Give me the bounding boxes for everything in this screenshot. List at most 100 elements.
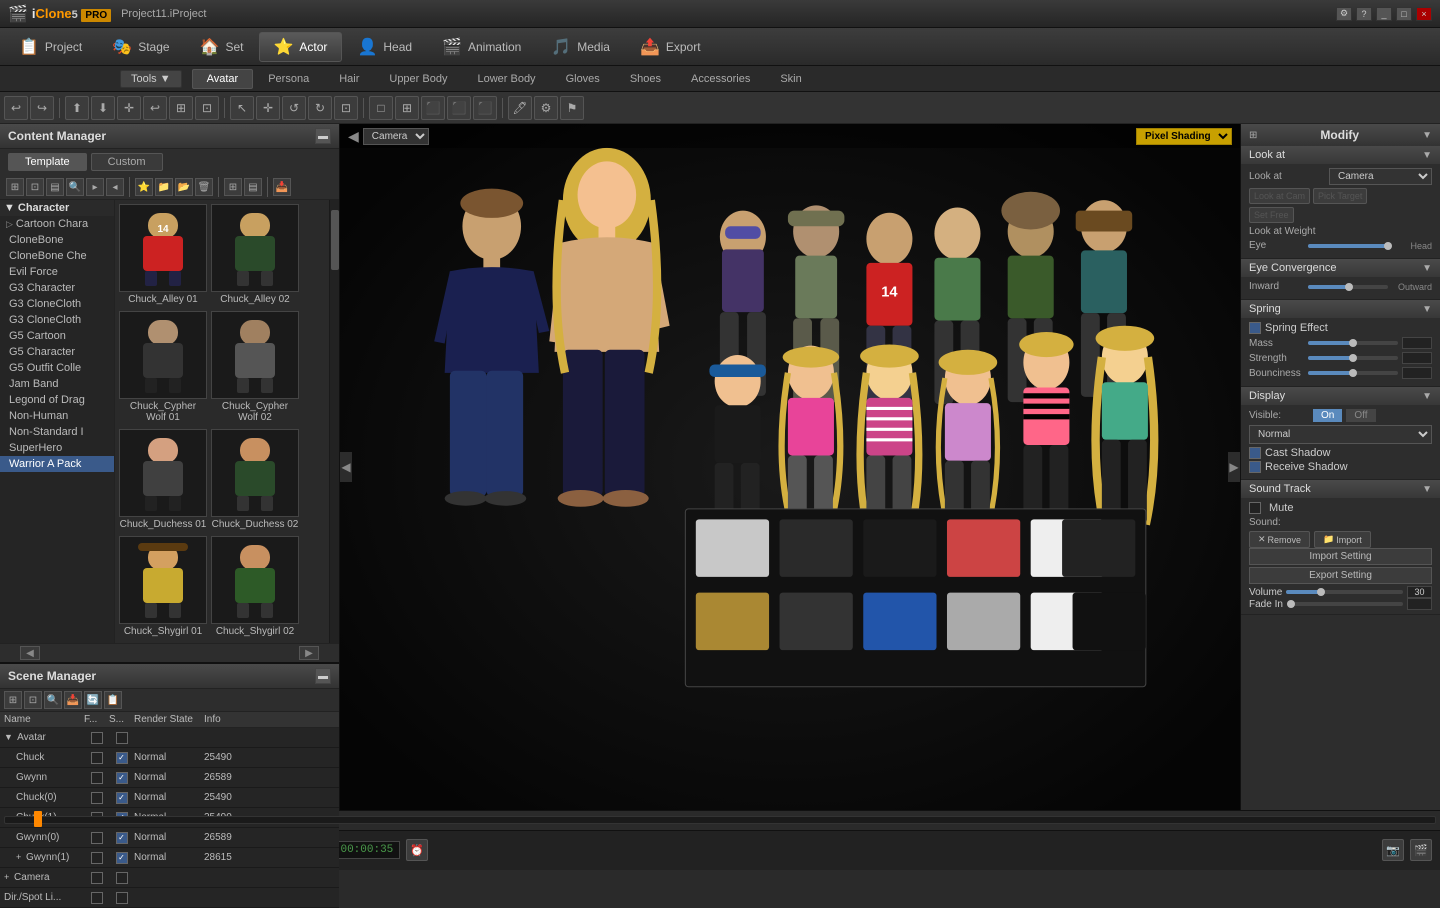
content-manager-scrollbar[interactable] (329, 200, 339, 643)
timeline-bar[interactable] (4, 816, 1436, 824)
sm-s-check-gwynn0[interactable] (116, 832, 128, 844)
cm-btn-8[interactable]: 📁 (155, 178, 173, 196)
sm-f-check-gwynn[interactable] (91, 772, 103, 784)
bounciness-input[interactable] (1402, 367, 1432, 379)
import-sound-btn[interactable]: 📁 Import (1314, 531, 1371, 548)
cm-btn-2[interactable]: ⊡ (26, 178, 44, 196)
maximize-btn[interactable]: □ (1396, 7, 1412, 21)
nav-tab-actor[interactable]: ⭐ Actor (259, 32, 343, 62)
fade-in-input[interactable] (1407, 598, 1432, 610)
rotate-btn[interactable]: ↩ (143, 96, 167, 120)
tree-item-clonebone-che[interactable]: CloneBone Che (0, 248, 114, 264)
settings-tb-btn[interactable]: ⚙ (534, 96, 558, 120)
nav-tab-media[interactable]: 🎵 Media (536, 32, 625, 62)
spin-r-btn[interactable]: ↻ (308, 96, 332, 120)
view2-btn[interactable]: ⊞ (395, 96, 419, 120)
tree-item-legend[interactable]: Legond of Drag (0, 392, 114, 408)
template-tab[interactable]: Template (8, 153, 87, 171)
mute-checkbox[interactable] (1249, 502, 1261, 514)
sm-btn-3[interactable]: 🔍 (44, 691, 62, 709)
scale-btn[interactable]: ⊞ (169, 96, 193, 120)
undo-btn[interactable]: ↩ (4, 96, 28, 120)
sm-f-check-light[interactable] (91, 892, 103, 904)
sub-tab-lower-body[interactable]: Lower Body (462, 69, 550, 89)
volume-input[interactable] (1407, 586, 1432, 598)
sm-f-check-chuck0[interactable] (91, 792, 103, 804)
cm-btn-6[interactable]: ◂ (106, 178, 124, 196)
cm-btn-7[interactable]: ⭐ (135, 178, 153, 196)
sub-tab-upper-body[interactable]: Upper Body (374, 69, 462, 89)
strength-thumb[interactable] (1349, 354, 1357, 362)
eye-slider-thumb[interactable] (1384, 242, 1392, 250)
tree-item-superhero[interactable]: SuperHero (0, 440, 114, 456)
tree-item-g3-char[interactable]: G3 Character (0, 280, 114, 296)
cm-btn-10[interactable]: 🗑 (195, 178, 213, 196)
flag-btn[interactable]: ⚑ (560, 96, 584, 120)
import-setting-btn[interactable]: Import Setting (1249, 548, 1432, 565)
strength-track[interactable] (1308, 356, 1398, 360)
sm-row-chuck0[interactable]: Chuck(0) Normal 25490 (0, 788, 339, 808)
thumbnail-chuck-cypher-02[interactable]: Chuck_Cypher Wolf 02 (211, 311, 299, 425)
sm-row-camera[interactable]: + Camera (0, 868, 339, 888)
thumbnail-chuck-shygirl-01[interactable]: Chuck_Shygirl 01 (119, 536, 207, 639)
thumbnail-chuck-duchess-01[interactable]: Chuck_Duchess 01 (119, 429, 207, 532)
bounciness-thumb[interactable] (1349, 369, 1357, 377)
view3-btn[interactable]: ⬛ (421, 96, 445, 120)
cm-btn-5[interactable]: ▸ (86, 178, 104, 196)
cm-btn-1[interactable]: ⊞ (6, 178, 24, 196)
tree-item-g5-char[interactable]: G5 Character (0, 344, 114, 360)
viewport[interactable]: 14 (340, 124, 1240, 810)
scroll-thumb[interactable] (331, 210, 339, 270)
tools-button[interactable]: Tools ▼ (120, 70, 182, 88)
eye-conv-thumb[interactable] (1345, 283, 1353, 291)
export-setting-btn[interactable]: Export Setting (1249, 567, 1432, 584)
cm-import-btn[interactable]: 📥 (273, 178, 291, 196)
tree-item-non-standard[interactable]: Non-Standard I (0, 424, 114, 440)
sub-tab-accessories[interactable]: Accessories (676, 69, 765, 89)
sm-btn-2[interactable]: ⊡ (24, 691, 42, 709)
custom-tab[interactable]: Custom (91, 153, 163, 171)
sm-f-check-gwynn0[interactable] (91, 832, 103, 844)
tree-item-g3-clone1[interactable]: G3 CloneCloth (0, 296, 114, 312)
move2-btn[interactable]: ↖ (230, 96, 254, 120)
render-mode-dropdown[interactable]: Normal Wireframe (1249, 425, 1432, 444)
tree-item-jam-band[interactable]: Jam Band (0, 376, 114, 392)
spin-l-btn[interactable]: ↺ (282, 96, 306, 120)
tl-film-btn[interactable]: 🎬 (1410, 839, 1432, 861)
scene-manager-collapse-btn[interactable]: ▬ (315, 668, 331, 684)
remove-btn[interactable]: ✕ Remove (1249, 531, 1310, 548)
thumbnail-chuck-duchess-02[interactable]: Chuck_Duchess 02 (211, 429, 299, 532)
sm-btn-5[interactable]: 🔄 (84, 691, 102, 709)
content-manager-collapse-btn[interactable]: ▬ (315, 128, 331, 144)
eye-conv-expand[interactable]: ▼ (1422, 263, 1432, 274)
sm-f-check-gwynn1[interactable] (91, 852, 103, 864)
volume-track[interactable] (1286, 590, 1403, 594)
nav-tab-project[interactable]: 📋 Project (4, 32, 97, 62)
thumbnail-chuck-shygirl-02[interactable]: Chuck_Shygirl 02 (211, 536, 299, 639)
tree-item-g5-outfit[interactable]: G5 Outfit Colle (0, 360, 114, 376)
viewport-panel-right-arrow[interactable]: ▶ (1228, 452, 1240, 482)
shading-selector[interactable]: Pixel Shading (1136, 128, 1232, 145)
sm-btn-4[interactable]: 📥 (64, 691, 82, 709)
sm-s-check-gwynn1[interactable] (116, 852, 128, 864)
sm-f-check-chuck[interactable] (91, 752, 103, 764)
nav-tab-set[interactable]: 🏠 Set (185, 32, 259, 62)
move-down-btn[interactable]: ⬇ (91, 96, 115, 120)
sub-tab-persona[interactable]: Persona (253, 69, 324, 89)
view1-btn[interactable]: □ (369, 96, 393, 120)
scroll-left-btn[interactable]: ◀ (20, 646, 40, 660)
volume-thumb[interactable] (1317, 588, 1325, 596)
frame-btn[interactable]: ⊡ (334, 96, 358, 120)
sm-btn-1[interactable]: ⊞ (4, 691, 22, 709)
bounciness-track[interactable] (1308, 371, 1398, 375)
sm-s-check-chuck0[interactable] (116, 792, 128, 804)
timeline-position[interactable] (34, 811, 42, 827)
sm-s-check-camera[interactable] (116, 872, 128, 884)
sub-tab-gloves[interactable]: Gloves (551, 69, 615, 89)
strength-input[interactable] (1402, 352, 1432, 364)
mass-input[interactable] (1402, 337, 1432, 349)
tree-item-warrior[interactable]: Warrior A Pack (0, 456, 114, 472)
sm-row-light[interactable]: Dir./Spot Li... (0, 888, 339, 908)
move-btn[interactable]: ✛ (117, 96, 141, 120)
view5-btn[interactable]: ⬛ (473, 96, 497, 120)
